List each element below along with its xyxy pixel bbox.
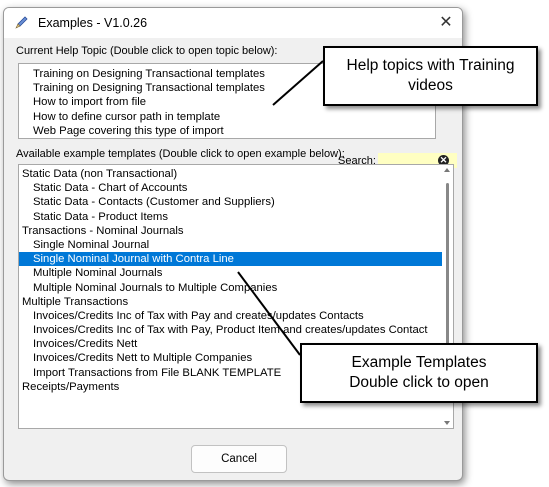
callout-line: Double click to open — [349, 374, 489, 391]
callout-line: videos — [408, 77, 453, 94]
templates-callout-pointer — [237, 271, 301, 356]
help-topics-callout: Help topics with Training videos — [323, 46, 538, 106]
callout-line: Example Templates — [351, 354, 487, 371]
help-callout-pointer — [272, 60, 324, 106]
templates-callout: Example Templates Double click to open — [300, 343, 538, 403]
callout-line: Help topics with Training — [346, 57, 515, 74]
